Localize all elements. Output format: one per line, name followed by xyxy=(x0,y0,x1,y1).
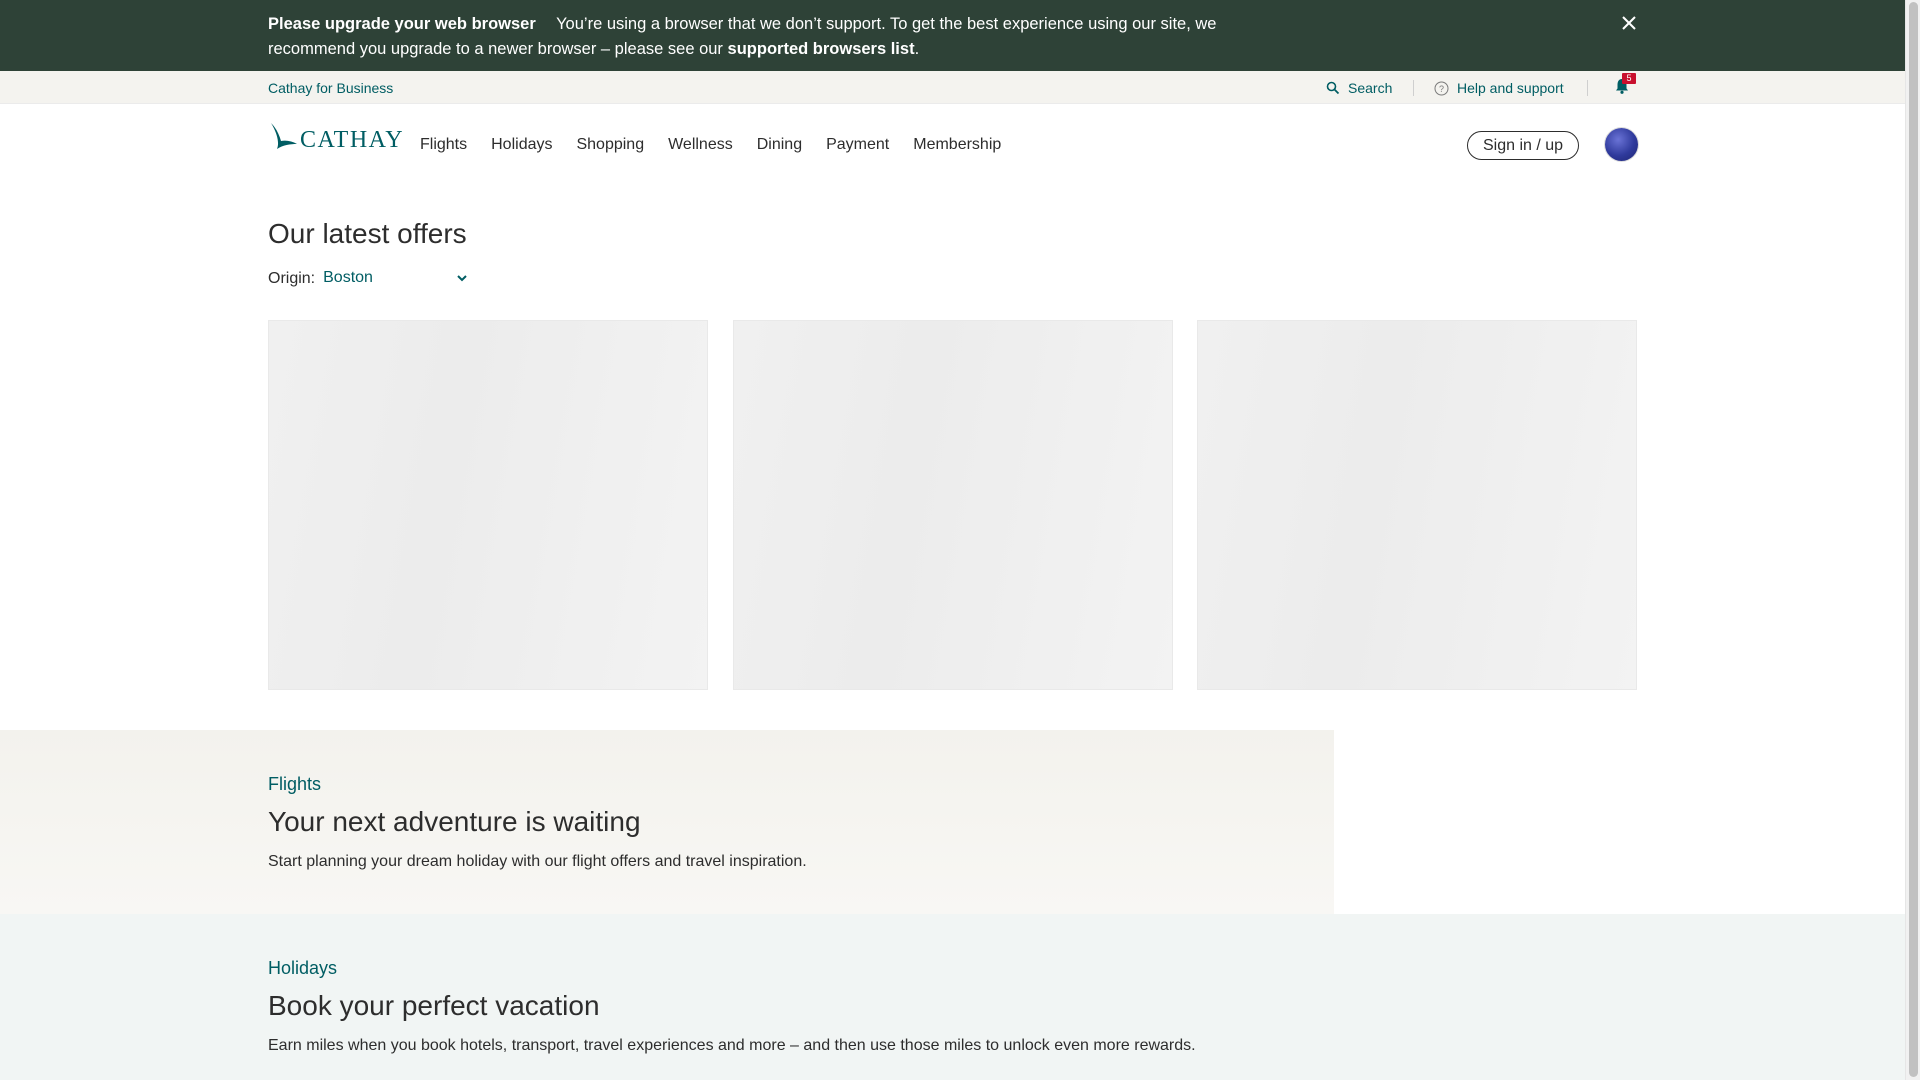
flights-kicker: Flights xyxy=(268,774,322,794)
nav-item-holidays[interactable]: Holidays xyxy=(491,136,552,154)
nav-item-membership[interactable]: Membership xyxy=(913,136,1001,154)
search-icon xyxy=(1326,81,1340,95)
search-label: Search xyxy=(1348,80,1393,96)
flights-description: Start planning your dream holiday with o… xyxy=(268,853,807,870)
supported-browsers-link[interactable]: supported browsers list xyxy=(728,40,915,58)
brand-wordmark: CATHAY xyxy=(300,127,405,153)
help-icon: ? xyxy=(1434,81,1449,95)
holidays-title: Book your perfect vacation xyxy=(268,990,600,1021)
browser-upgrade-banner: Please upgrade your web browser You’re u… xyxy=(0,0,1905,71)
utility-bar: Cathay for Business Search ? Help and su… xyxy=(0,71,1905,104)
cathay-logo[interactable]: CATHAY xyxy=(268,122,404,152)
nav-menu: Flights Holidays Shopping Wellness Dinin… xyxy=(420,136,1025,154)
nav-item-wellness[interactable]: Wellness xyxy=(668,136,733,154)
nav-item-flights[interactable]: Flights xyxy=(420,136,467,154)
close-banner-button[interactable] xyxy=(1618,12,1640,34)
origin-dropdown[interactable]: Boston xyxy=(323,268,468,290)
offer-card-placeholder[interactable] xyxy=(733,320,1173,690)
cathay-for-business-link[interactable]: Cathay for Business xyxy=(268,80,393,96)
help-and-support-link[interactable]: ? Help and support xyxy=(1434,80,1564,96)
flights-section: Flights Your next adventure is waiting S… xyxy=(0,730,1334,914)
notification-badge: 5 xyxy=(1622,73,1636,84)
banner-text: Please upgrade your web browser You’re u… xyxy=(268,12,1288,61)
offers-heading: Our latest offers xyxy=(268,218,467,249)
holidays-kicker: Holidays xyxy=(268,958,338,978)
origin-selector: Origin: Boston xyxy=(268,268,468,290)
main-navigation: CATHAY Flights Holidays Shopping Wellnes… xyxy=(0,104,1905,184)
scrollbar-thumb[interactable] xyxy=(1909,2,1918,1077)
chevron-down-icon xyxy=(457,275,467,282)
banner-title: Please upgrade your web browser xyxy=(268,15,536,33)
utility-divider xyxy=(1413,80,1414,96)
nav-item-dining[interactable]: Dining xyxy=(757,136,802,154)
origin-label: Origin: xyxy=(268,270,316,287)
close-icon xyxy=(1622,16,1636,30)
offer-card-placeholder[interactable] xyxy=(1197,320,1637,690)
page: Please upgrade your web browser You’re u… xyxy=(0,0,1905,1080)
utility-divider xyxy=(1587,80,1588,96)
origin-value: Boston xyxy=(323,269,373,286)
holidays-description: Earn miles when you book hotels, transpo… xyxy=(268,1037,1196,1054)
offer-card-placeholder[interactable] xyxy=(268,320,708,690)
vertical-scrollbar[interactable] xyxy=(1905,0,1920,1080)
sign-in-button[interactable]: Sign in / up xyxy=(1467,131,1579,160)
nav-item-shopping[interactable]: Shopping xyxy=(576,136,644,154)
help-label: Help and support xyxy=(1457,80,1564,96)
brushwing-logo-icon xyxy=(271,123,297,149)
language-region-globe-icon[interactable] xyxy=(1605,128,1638,161)
banner-trailing: . xyxy=(914,39,920,58)
flights-title: Your next adventure is waiting xyxy=(268,806,641,837)
holidays-section: Holidays Book your perfect vacation Earn… xyxy=(0,914,1905,1080)
search-link[interactable]: Search xyxy=(1326,80,1392,96)
nav-item-payment[interactable]: Payment xyxy=(826,136,889,154)
svg-text:?: ? xyxy=(1439,84,1444,94)
